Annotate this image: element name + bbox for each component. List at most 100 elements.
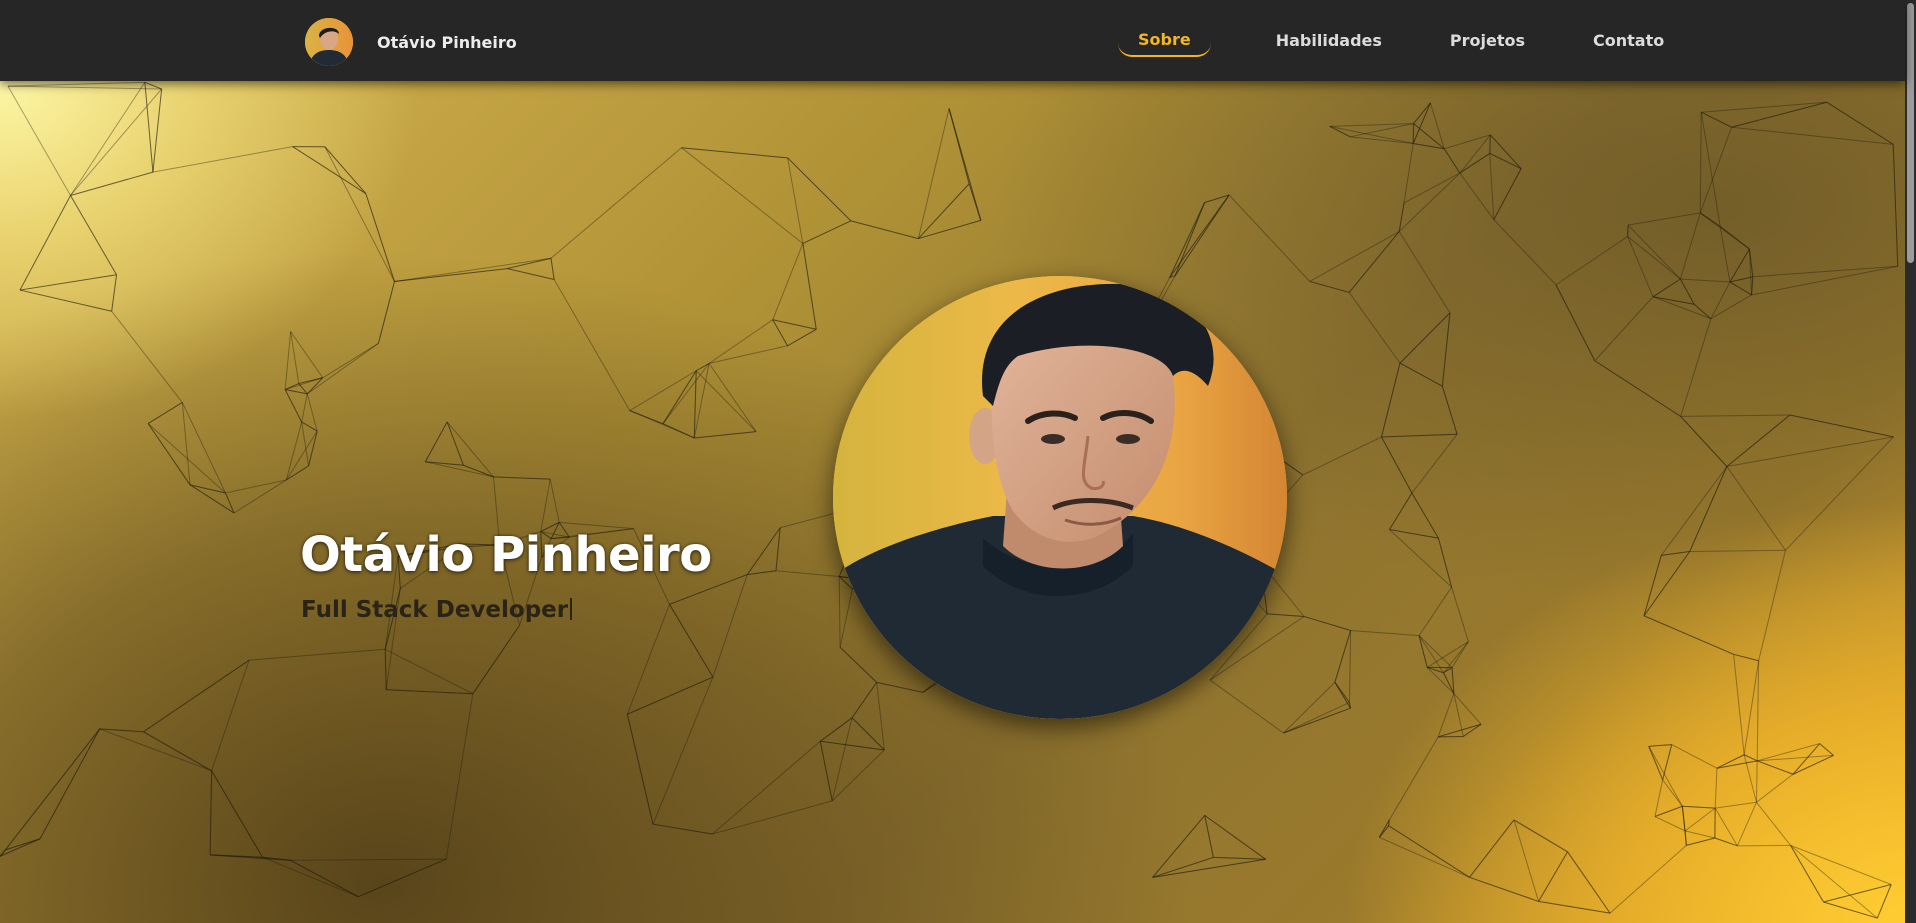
network-line: [968, 183, 982, 221]
network-line: [1680, 416, 1728, 467]
network-line: [1627, 212, 1701, 226]
network-line: [181, 402, 226, 494]
network-line: [1469, 876, 1539, 902]
network-line: [1654, 779, 1664, 817]
scrollbar[interactable]: [1905, 0, 1916, 923]
network-line: [1381, 436, 1413, 494]
network-line: [445, 693, 474, 860]
network-line: [772, 319, 788, 347]
network-line: [1823, 884, 1892, 903]
network-line: [772, 243, 804, 320]
network-line: [19, 274, 117, 291]
network-line: [775, 570, 840, 578]
brand-avatar[interactable]: [305, 18, 353, 66]
network-line: [1693, 303, 1712, 320]
network-line: [1751, 265, 1898, 296]
network-line: [1169, 194, 1230, 278]
network-line: [70, 88, 163, 196]
network-line: [1174, 202, 1206, 277]
network-line: [7, 85, 71, 196]
network-line: [775, 527, 781, 571]
network-line: [1469, 819, 1515, 878]
network-line: [1389, 529, 1452, 588]
network-line: [144, 81, 162, 90]
nav-link-habilidades[interactable]: Habilidades: [1274, 25, 1384, 56]
network-line: [292, 146, 367, 194]
network-line: [209, 770, 213, 855]
network-line: [1437, 693, 1455, 737]
network-line: [1489, 153, 1495, 220]
navbar: Otávio Pinheiro Sobre Habilidades Projet…: [0, 0, 1905, 81]
main-nav: Sobre Habilidades Projetos Contato: [1118, 0, 1666, 81]
network-line: [1350, 136, 1414, 144]
network-line: [1283, 707, 1351, 734]
network-line: [446, 421, 464, 466]
network-line: [1876, 884, 1892, 919]
network-line: [1699, 112, 1702, 213]
network-line: [1453, 693, 1464, 737]
network-line: [550, 147, 682, 259]
profile-photo: [833, 276, 1287, 719]
network-line: [5, 838, 41, 851]
network-line: [1489, 134, 1491, 154]
network-line: [747, 570, 777, 576]
typing-cursor: [570, 598, 573, 620]
network-line: [99, 728, 212, 772]
nav-link-contato[interactable]: Contato: [1591, 25, 1666, 56]
network-line: [1689, 549, 1786, 552]
network-line: [1643, 555, 1662, 616]
network-line: [553, 279, 631, 411]
network-line: [820, 740, 885, 751]
network-line: [1719, 225, 1750, 250]
network-line: [1418, 635, 1428, 668]
network-line: [1726, 466, 1786, 551]
network-line: [377, 281, 395, 344]
nav-link-sobre[interactable]: Sobre: [1118, 24, 1211, 57]
network-line: [540, 479, 551, 532]
network-line: [290, 858, 447, 861]
scrollbar-thumb[interactable]: [1907, 3, 1914, 263]
hero-role: Full Stack Developer: [301, 597, 573, 623]
network-line: [839, 646, 878, 683]
brand-name[interactable]: Otávio Pinheiro: [377, 33, 517, 52]
nav-link-projetos[interactable]: Projetos: [1448, 25, 1527, 56]
network-line: [1283, 702, 1350, 734]
network-line: [1755, 760, 1758, 803]
network-line: [301, 421, 310, 466]
network-line: [1418, 635, 1453, 668]
network-line: [876, 682, 885, 751]
network-line: [152, 146, 293, 173]
page: Otávio Pinheiro Sobre Habilidades Projet…: [0, 0, 1916, 923]
network-line: [284, 389, 303, 423]
network-line: [695, 370, 757, 432]
network-line: [1790, 844, 1878, 919]
network-line: [550, 258, 555, 280]
network-line: [384, 648, 474, 695]
network-line: [1459, 172, 1495, 220]
network-line: [1348, 231, 1400, 293]
network-line: [652, 823, 713, 835]
network-line: [5, 728, 101, 851]
network-line: [850, 220, 919, 240]
network-line: [1334, 681, 1351, 709]
network-line: [144, 82, 154, 173]
network-line: [211, 660, 250, 771]
network-line: [181, 402, 191, 485]
network-line: [1283, 681, 1336, 734]
network-line: [1493, 168, 1522, 220]
network-line: [662, 363, 710, 425]
network-line: [1643, 551, 1691, 617]
network-line: [948, 108, 970, 184]
network-line: [424, 421, 448, 462]
network-line: [917, 108, 950, 239]
network-line: [507, 268, 555, 280]
network-line: [1451, 586, 1469, 642]
brand[interactable]: Otávio Pinheiro: [305, 18, 517, 66]
network-line: [1756, 801, 1791, 846]
network-line: [662, 423, 695, 439]
network-line: [1411, 433, 1458, 494]
network-line: [629, 410, 664, 425]
network-line: [1490, 134, 1522, 170]
network-line: [1152, 858, 1266, 878]
network-line: [1329, 125, 1351, 138]
